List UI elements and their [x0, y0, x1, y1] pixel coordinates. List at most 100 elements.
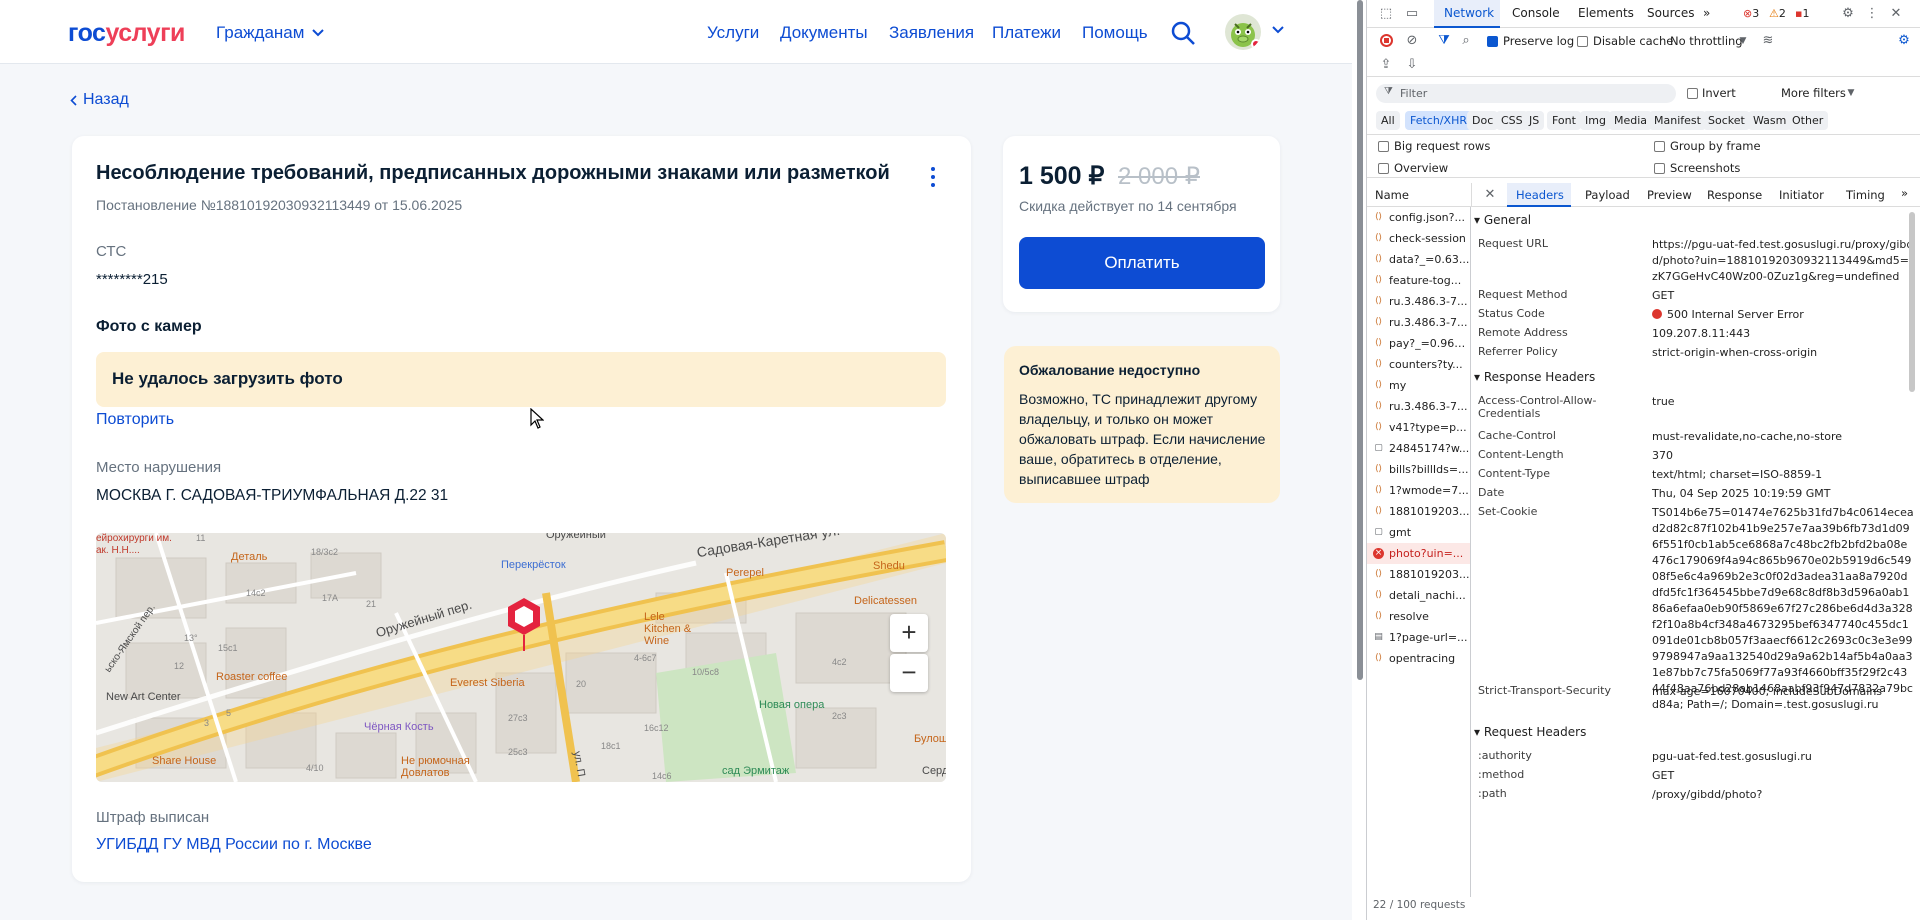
more-options-icon[interactable]	[930, 167, 936, 187]
request-row[interactable]: ⟨⟩ counters?ty...	[1367, 354, 1470, 375]
pay-button[interactable]: Оплатить	[1019, 237, 1265, 289]
search-icon[interactable]	[1170, 20, 1196, 46]
nav-payments[interactable]: Платежи	[992, 23, 1061, 43]
chip-doc[interactable]: Doc	[1467, 111, 1499, 130]
nav-applications[interactable]: Заявления	[889, 23, 974, 43]
issues-count[interactable]: ▪1	[1795, 7, 1809, 20]
tab-elements[interactable]: Elements	[1578, 6, 1634, 20]
tab-console[interactable]: Console	[1512, 6, 1560, 20]
request-row[interactable]: ⟨⟩ pay?_=0.966...	[1367, 333, 1470, 354]
inspect-icon[interactable]: ⬚	[1378, 6, 1394, 22]
back-link[interactable]: Назад	[70, 91, 129, 109]
request-row[interactable]: ⟨⟩ check-session	[1367, 228, 1470, 249]
request-row[interactable]: ⟨⟩ detali_nachi...	[1367, 585, 1470, 606]
more-tabs-icon[interactable]: »	[1703, 6, 1710, 20]
import-har-icon[interactable]: ⇪	[1378, 57, 1394, 73]
tab-sources[interactable]: Sources	[1647, 6, 1694, 20]
network-conditions-icon[interactable]: ≋	[1760, 33, 1776, 49]
record-stop-icon[interactable]	[1380, 34, 1393, 47]
general-section-toggle[interactable]: ▾ General	[1474, 213, 1531, 227]
network-settings-gear-icon[interactable]: ⚙	[1896, 33, 1912, 49]
violation-map[interactable]: Оружейный Садовая-Каретная ул. Перекрёст…	[96, 533, 946, 782]
name-column-header[interactable]: Name	[1375, 188, 1409, 202]
request-row[interactable]: ▢ 24845174?w...	[1367, 438, 1470, 459]
export-har-icon[interactable]: ⇩	[1404, 57, 1420, 73]
chip-img[interactable]: Img	[1580, 111, 1611, 130]
request-row[interactable]: ⟨⟩ resolve	[1367, 606, 1470, 627]
zoom-out-button[interactable]: −	[890, 654, 928, 692]
issuer-link[interactable]: УГИБДД ГУ МВД России по г. Москве	[96, 836, 372, 854]
preserve-log-checkbox[interactable]	[1487, 36, 1498, 47]
request-row[interactable]: ⟨⟩ opentracing	[1367, 648, 1470, 669]
close-details-icon[interactable]: ✕	[1482, 187, 1498, 203]
page-scrollbar-thumb[interactable]	[1357, 0, 1363, 680]
tab-response[interactable]: Response	[1707, 188, 1762, 202]
more-filters-chevron-icon[interactable]: ▼	[1843, 85, 1859, 101]
disable-cache-checkbox[interactable]	[1577, 36, 1588, 47]
request-row[interactable]: ⟨⟩ feature-tog...	[1367, 270, 1470, 291]
settings-gear-icon[interactable]: ⚙	[1840, 6, 1856, 22]
group-by-frame-checkbox[interactable]	[1654, 141, 1665, 152]
request-row[interactable]: ⟨⟩ v41?type=p...	[1367, 417, 1470, 438]
request-row[interactable]: ⟨⟩ ru.3.486.3-7...	[1367, 312, 1470, 333]
request-row[interactable]: ⟨⟩ 1881019203...	[1367, 501, 1470, 522]
tab-network[interactable]: Network	[1444, 6, 1494, 20]
tab-preview[interactable]: Preview	[1647, 188, 1692, 202]
request-row[interactable]: ▤ 1?page-url=...	[1367, 627, 1470, 648]
throttling-select[interactable]: No throttling	[1670, 34, 1743, 48]
profile-chevron-icon[interactable]	[1272, 26, 1284, 34]
request-headers-section-toggle[interactable]: ▾ Request Headers	[1474, 725, 1586, 739]
close-devtools-icon[interactable]: ✕	[1888, 6, 1904, 22]
details-scrollbar-thumb[interactable]	[1909, 212, 1915, 392]
filter-input[interactable]: ⧩ Filter	[1376, 84, 1676, 103]
retry-link[interactable]: Повторить	[96, 411, 174, 429]
chip-font[interactable]: Font	[1547, 111, 1581, 130]
search-network-icon[interactable]: ⌕	[1458, 33, 1474, 49]
chip-wasm[interactable]: Wasm	[1748, 111, 1792, 130]
avatar[interactable]	[1225, 14, 1261, 50]
chip-all[interactable]: All	[1376, 111, 1400, 130]
screenshots-checkbox[interactable]	[1654, 163, 1665, 174]
tab-initiator[interactable]: Initiator	[1779, 188, 1824, 202]
request-row[interactable]: ⟨⟩ ru.3.486.3-7...	[1367, 291, 1470, 312]
chip-fetch-xhr[interactable]: Fetch/XHR	[1405, 111, 1472, 130]
request-row[interactable]: ⟨⟩ bills?billIds=...	[1367, 459, 1470, 480]
chip-other[interactable]: Other	[1787, 111, 1829, 130]
nav-services[interactable]: Услуги	[707, 23, 759, 43]
chip-css[interactable]: CSS	[1496, 111, 1528, 130]
tab-timing[interactable]: Timing	[1846, 188, 1885, 202]
response-headers-section-toggle[interactable]: ▾ Response Headers	[1474, 370, 1595, 384]
filter-funnel-icon[interactable]: ⧩	[1436, 33, 1452, 49]
invert-checkbox[interactable]	[1687, 88, 1698, 99]
request-row-selected[interactable]: × photo?uin=...	[1367, 543, 1470, 564]
request-row[interactable]: ⟨⟩ my	[1367, 375, 1470, 396]
device-toolbar-icon[interactable]: ▭	[1404, 6, 1420, 22]
chip-js[interactable]: JS	[1524, 111, 1545, 130]
overview-checkbox[interactable]	[1378, 163, 1389, 174]
request-row[interactable]: ⟨⟩ 1881019203...	[1367, 564, 1470, 585]
more-detail-tabs-icon[interactable]: »	[1901, 186, 1908, 200]
request-row[interactable]: ⟨⟩ ru.3.486.3-7...	[1367, 396, 1470, 417]
gosuslugi-logo[interactable]: госуслуги	[68, 19, 185, 48]
error-count[interactable]: ⊗3	[1743, 7, 1759, 20]
kebab-menu-icon[interactable]: ⋮	[1864, 6, 1880, 22]
nav-help[interactable]: Помощь	[1082, 23, 1148, 43]
request-row[interactable]: ⟨⟩ config.json?...	[1367, 207, 1470, 228]
request-row[interactable]: ⟨⟩ data?_=0.63...	[1367, 249, 1470, 270]
clear-icon[interactable]: ⊘	[1404, 33, 1420, 49]
nav-documents[interactable]: Документы	[780, 23, 868, 43]
warning-count[interactable]: ⚠2	[1769, 7, 1786, 20]
tab-payload[interactable]: Payload	[1585, 188, 1630, 202]
big-request-rows-checkbox[interactable]	[1378, 141, 1389, 152]
role-switcher[interactable]: Гражданам	[216, 23, 325, 43]
page-scrollbar[interactable]	[1354, 0, 1366, 920]
chip-manifest[interactable]: Manifest	[1649, 111, 1706, 130]
details-scrollbar[interactable]	[1907, 212, 1917, 912]
throttling-chevron-icon[interactable]: ▼	[1735, 33, 1751, 49]
request-row[interactable]: ▢ gmt	[1367, 522, 1470, 543]
chip-socket[interactable]: Socket	[1703, 111, 1750, 130]
chip-media[interactable]: Media	[1609, 111, 1653, 130]
tab-headers[interactable]: Headers	[1516, 188, 1564, 202]
more-filters-dropdown[interactable]: More filters	[1781, 86, 1846, 100]
zoom-in-button[interactable]: +	[890, 614, 928, 652]
